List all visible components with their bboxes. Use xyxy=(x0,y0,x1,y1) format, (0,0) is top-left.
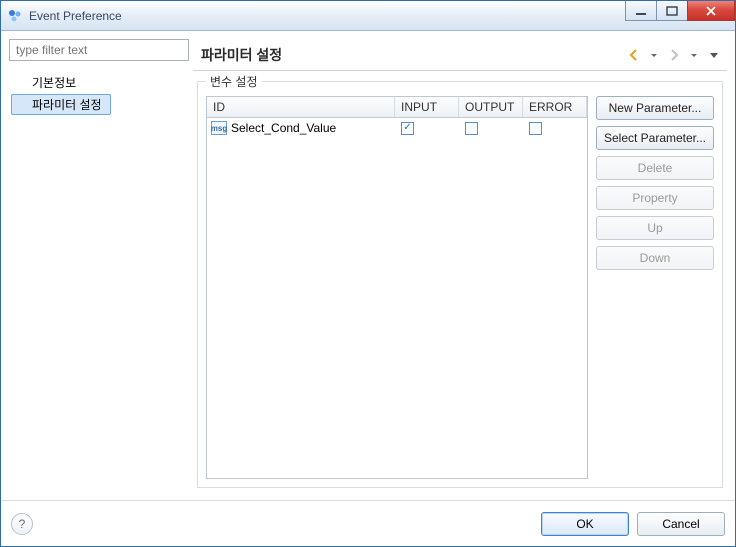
maximize-button[interactable] xyxy=(656,1,688,21)
column-header-output[interactable]: OUTPUT xyxy=(459,97,523,117)
filter-input[interactable] xyxy=(9,39,189,61)
parameter-table: ID INPUT OUTPUT ERROR msg Select_Cond_Va… xyxy=(206,96,588,479)
dialog-footer: ? OK Cancel xyxy=(1,500,735,546)
back-menu-icon[interactable] xyxy=(645,46,663,64)
tree-item-parameter-settings[interactable]: 파라미터 설정 xyxy=(11,94,111,115)
preference-tree: 기본정보 파라미터 설정 xyxy=(9,67,189,120)
app-icon xyxy=(7,8,23,24)
forward-menu-icon[interactable] xyxy=(685,46,703,64)
cancel-button[interactable]: Cancel xyxy=(637,512,725,536)
button-column: New Parameter... Select Parameter... Del… xyxy=(596,96,714,479)
tree-item-basic-info[interactable]: 기본정보 xyxy=(11,72,85,93)
help-icon[interactable]: ? xyxy=(11,513,33,535)
minimize-button[interactable] xyxy=(625,1,657,21)
details-pane: 파라미터 설정 변수 설정 xyxy=(193,39,727,492)
content-area: 기본정보 파라미터 설정 파라미터 설정 xyxy=(1,31,735,500)
input-checkbox[interactable]: ✓ xyxy=(401,122,414,135)
window-title: Event Preference xyxy=(29,9,122,23)
view-menu-icon[interactable] xyxy=(705,46,723,64)
table-body: msg Select_Cond_Value ✓ xyxy=(207,118,587,478)
event-preference-window: Event Preference 기본정보 파라미터 설정 파라미터 설정 xyxy=(0,0,736,547)
page-title: 파라미터 설정 xyxy=(201,45,623,65)
error-checkbox[interactable] xyxy=(529,122,542,135)
close-button[interactable] xyxy=(687,1,735,21)
up-button[interactable]: Up xyxy=(596,216,714,240)
window-controls xyxy=(626,1,735,21)
delete-button[interactable]: Delete xyxy=(596,156,714,180)
variable-settings-group: 변수 설정 ID INPUT OUTPUT ERROR msg Select_C… xyxy=(197,81,723,488)
titlebar: Event Preference xyxy=(1,1,735,31)
down-button[interactable]: Down xyxy=(596,246,714,270)
new-parameter-button[interactable]: New Parameter... xyxy=(596,96,714,120)
msg-icon: msg xyxy=(211,121,227,135)
table-header: ID INPUT OUTPUT ERROR xyxy=(207,97,587,118)
group-label: 변수 설정 xyxy=(206,73,262,90)
row-id-label: Select_Cond_Value xyxy=(231,121,336,135)
back-button[interactable] xyxy=(625,46,643,64)
property-button[interactable]: Property xyxy=(596,186,714,210)
column-header-id[interactable]: ID xyxy=(207,97,395,117)
page-header: 파라미터 설정 xyxy=(193,39,727,71)
column-header-error[interactable]: ERROR xyxy=(523,97,587,117)
output-checkbox[interactable] xyxy=(465,122,478,135)
navigation-pane: 기본정보 파라미터 설정 xyxy=(9,39,189,492)
column-header-input[interactable]: INPUT xyxy=(395,97,459,117)
table-row[interactable]: msg Select_Cond_Value ✓ xyxy=(207,118,587,138)
select-parameter-button[interactable]: Select Parameter... xyxy=(596,126,714,150)
ok-button[interactable]: OK xyxy=(541,512,629,536)
forward-button[interactable] xyxy=(665,46,683,64)
